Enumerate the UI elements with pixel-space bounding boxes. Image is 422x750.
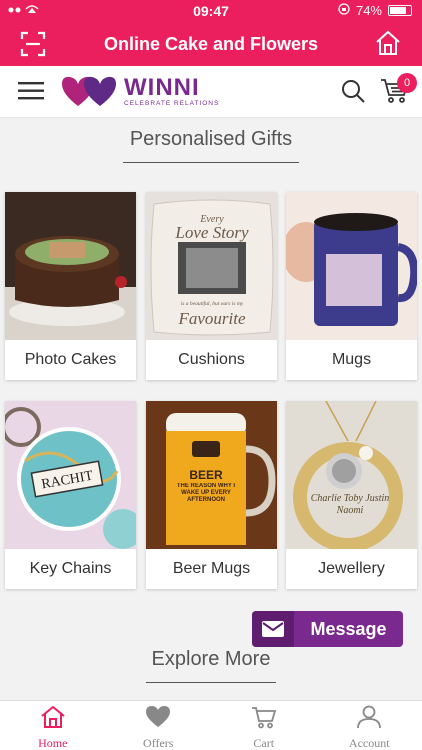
header: WINNI CELEBRATE RELATIONS	[0, 66, 422, 118]
cart-count-badge: 0	[397, 73, 417, 93]
beer-mug-text-sub: THE REASON WHY I WAKE UP EVERY AFTERNOON	[176, 483, 236, 503]
tab-label: Cart	[253, 736, 275, 750]
product-card-jewellery[interactable]: Charlie Toby Justin Naomi Jewellery	[286, 401, 417, 589]
status-bar: 09:47 74%	[0, 0, 422, 22]
product-card-cushions[interactable]: Every Love Story is a beautiful, but our…	[146, 192, 277, 380]
section-underline	[146, 682, 276, 683]
beer-mug-image: BEER THE REASON WHY I WAKE UP EVERY AFTE…	[146, 401, 277, 549]
message-button[interactable]: Message	[252, 611, 403, 647]
logo-tagline: CELEBRATE RELATIONS	[124, 99, 220, 107]
product-label: Cushions	[178, 351, 245, 368]
logo-hearts-icon	[62, 76, 116, 106]
battery-percent: 74%	[355, 3, 382, 18]
photo-cake-image	[5, 192, 136, 340]
tab-label: Offers	[143, 736, 174, 750]
account-icon	[357, 705, 382, 729]
product-card-photo-cakes[interactable]: Photo Cakes	[5, 192, 136, 380]
tab-label: Home	[38, 736, 68, 750]
cushion-text-bottom: Favourite	[177, 309, 245, 328]
tab-home[interactable]: Home	[0, 701, 106, 750]
menu-icon[interactable]	[18, 81, 44, 106]
home-icon	[41, 705, 65, 728]
app-title: Online Cake and Flowers	[103, 34, 319, 54]
product-label: Photo Cakes	[24, 351, 117, 368]
envelope-icon	[252, 611, 294, 647]
cart-icon	[251, 707, 276, 729]
jewellery-image: Charlie Toby Justin Naomi	[286, 401, 417, 549]
winni-logo[interactable]: WINNI CELEBRATE RELATIONS	[60, 74, 219, 108]
product-label: Jewellery	[318, 560, 385, 577]
cushion-image: Every Love Story is a beautiful, but our…	[146, 192, 277, 340]
bottom-tab-bar: Home Offers Cart Account	[0, 700, 422, 750]
cushion-text-small: is a beautiful, but ours is my	[181, 300, 244, 307]
keychain-image: RACHIT	[5, 401, 136, 549]
product-label: Key Chains	[29, 560, 112, 577]
product-label: Mugs	[331, 351, 372, 368]
jewellery-engraving-text: Charlie Toby Justin Naomi	[310, 493, 390, 516]
logo-name: WINNI	[124, 73, 200, 101]
beer-mug-text-main: BEER	[189, 468, 223, 482]
app-bar: Online Cake and Flowers	[0, 22, 422, 66]
product-label: Beer Mugs	[172, 560, 251, 577]
cushion-text-mid: Love Story	[174, 223, 249, 242]
rotation-lock-icon	[338, 3, 350, 18]
heart-icon	[146, 706, 171, 727]
tab-label: Account	[348, 736, 390, 750]
search-icon[interactable]	[340, 78, 366, 109]
tab-cart[interactable]: Cart	[211, 701, 317, 750]
section-title-personalised: Personalised Gifts	[129, 128, 293, 150]
product-card-mugs[interactable]: Mugs	[286, 192, 417, 380]
tab-account[interactable]: Account	[317, 701, 422, 750]
message-label: Message	[310, 618, 387, 639]
section-title-explore: Explore More	[151, 648, 271, 670]
section-underline	[123, 162, 299, 163]
tab-offers[interactable]: Offers	[106, 701, 212, 750]
product-card-beer-mugs[interactable]: BEER THE REASON WHY I WAKE UP EVERY AFTE…	[146, 401, 277, 589]
mug-image	[286, 192, 417, 340]
battery-icon	[388, 5, 412, 16]
product-card-key-chains[interactable]: RACHIT Key Chains	[5, 401, 136, 589]
home-icon[interactable]	[374, 29, 402, 62]
